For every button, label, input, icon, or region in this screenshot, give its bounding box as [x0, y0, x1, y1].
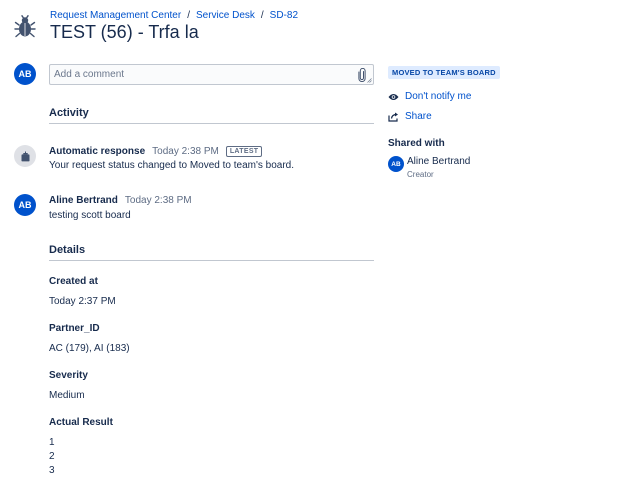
activity-author: Aline Bertrand [49, 195, 118, 206]
activity-timestamp: Today 2:38 PM [124, 195, 192, 206]
current-user-avatar[interactable]: AB [14, 63, 36, 85]
share-button[interactable]: Share [388, 111, 432, 122]
status-badge: MOVED TO TEAM'S BOARD [388, 66, 500, 79]
comment-placeholder: Add a comment [54, 69, 125, 80]
activity-entry-header: Aline Bertrand Today 2:38 PM [49, 195, 192, 206]
robot-icon [21, 151, 29, 161]
field-label-partner-id: Partner_ID [49, 323, 100, 334]
activity-heading: Activity [49, 107, 89, 119]
shared-user-role: Creator [407, 170, 434, 179]
breadcrumb: Request Management Center / Service Desk… [50, 10, 298, 21]
author-avatar[interactable]: AB [14, 194, 36, 216]
notify-toggle-button[interactable]: Don't notify me [388, 91, 471, 102]
field-value-severity: Medium [49, 390, 85, 401]
field-label-actual-result: Actual Result [49, 417, 113, 428]
activity-author: Automatic response [49, 146, 146, 157]
field-value-created-at: Today 2:37 PM [49, 296, 116, 307]
field-value-actual-result-line: 2 [49, 451, 55, 462]
comment-input[interactable]: Add a comment [49, 64, 374, 85]
field-value-partner-id: AC (179), AI (183) [49, 343, 130, 354]
paperclip-icon[interactable] [357, 68, 367, 82]
bug-icon [14, 15, 36, 38]
field-label-created-at: Created at [49, 276, 98, 287]
details-divider [49, 260, 374, 261]
automation-avatar [14, 145, 36, 167]
notify-toggle-label: Don't notify me [405, 91, 472, 102]
shared-user-avatar[interactable]: AB [388, 156, 404, 172]
shared-user-name: Aline Bertrand [407, 156, 471, 167]
details-heading: Details [49, 244, 86, 256]
field-value-actual-result-line: 1 [49, 437, 55, 448]
breadcrumb-separator: / [260, 10, 264, 21]
breadcrumb-link-service-desk[interactable]: Service Desk [196, 10, 255, 21]
activity-text: Your request status changed to Moved to … [49, 160, 295, 171]
activity-entry-header: Automatic response Today 2:38 PM LATEST [49, 146, 263, 157]
page-title: TEST (56) - Trfa la [50, 22, 199, 42]
activity-divider [49, 123, 374, 124]
share-label: Share [405, 111, 432, 122]
resize-handle-icon[interactable] [367, 78, 372, 83]
activity-timestamp: Today 2:38 PM [152, 146, 219, 157]
activity-text: testing scott board [49, 210, 131, 221]
share-icon [388, 112, 398, 122]
shared-with-heading: Shared with [388, 138, 445, 149]
field-value-actual-result-line: 3 [49, 465, 55, 476]
breadcrumb-link-issue-key[interactable]: SD-82 [270, 10, 298, 21]
breadcrumb-separator: / [187, 10, 190, 21]
latest-badge: LATEST [225, 146, 263, 157]
eye-icon [388, 93, 399, 100]
breadcrumb-link-portal[interactable]: Request Management Center [50, 10, 181, 21]
field-label-severity: Severity [49, 370, 88, 381]
